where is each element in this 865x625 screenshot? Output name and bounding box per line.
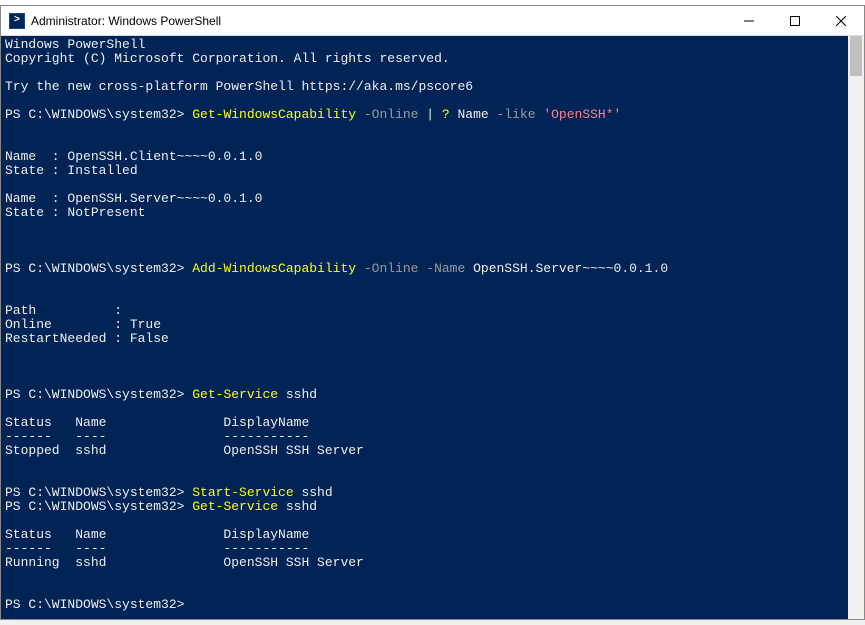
table-header: Status Name DisplayName (5, 527, 309, 542)
output-line: Path : (5, 303, 122, 318)
table-header: Status Name DisplayName (5, 415, 309, 430)
prompt: PS C:\WINDOWS\system32> (5, 107, 192, 122)
output-line: Online : True (5, 317, 161, 332)
minimize-icon (744, 16, 754, 26)
arg: sshd (301, 485, 332, 500)
banner-line: Try the new cross-platform PowerShell ht… (5, 79, 473, 94)
scrollbar[interactable] (848, 36, 864, 619)
table-row: Stopped sshd OpenSSH SSH Server (5, 443, 364, 458)
close-button[interactable] (818, 6, 864, 35)
prompt: PS C:\WINDOWS\system32> (5, 499, 192, 514)
table-row: Running sshd OpenSSH SSH Server (5, 555, 364, 570)
param: -like (497, 107, 544, 122)
cmdlet: Add-WindowsCapability (192, 261, 356, 276)
banner-line: Copyright (C) Microsoft Corporation. All… (5, 51, 450, 66)
cmdlet: Get-Service (192, 499, 286, 514)
table-sep: ------ ---- ----------- (5, 429, 309, 444)
arg: sshd (286, 499, 317, 514)
powershell-window: Administrator: Windows PowerShell Window… (0, 5, 865, 620)
param: -Online -Name (356, 261, 473, 276)
prompt: PS C:\WINDOWS\system32> (5, 597, 192, 612)
arg: sshd (286, 387, 317, 402)
table-sep: ------ ---- ----------- (5, 541, 309, 556)
cmdlet: Get-Service (192, 387, 286, 402)
background-strip (0, 0, 865, 5)
arg: OpenSSH.Server~~~~0.0.1.0 (473, 261, 668, 276)
cmdlet: Get-WindowsCapability (192, 107, 356, 122)
prompt: PS C:\WINDOWS\system32> (5, 387, 192, 402)
title-bar[interactable]: Administrator: Windows PowerShell (1, 6, 864, 36)
output-line: Name : OpenSSH.Server~~~~0.0.1.0 (5, 191, 262, 206)
window-controls (726, 6, 864, 35)
string: 'OpenSSH*' (543, 107, 621, 122)
cmdlet: Start-Service (192, 485, 301, 500)
minimize-button[interactable] (726, 6, 772, 35)
param: -Online (356, 107, 426, 122)
arg: Name (458, 107, 497, 122)
pipe: | (426, 107, 442, 122)
terminal-wrap: Windows PowerShell Copyright (C) Microso… (1, 36, 864, 619)
maximize-icon (790, 16, 800, 26)
cmdlet: ? (442, 107, 458, 122)
maximize-button[interactable] (772, 6, 818, 35)
terminal[interactable]: Windows PowerShell Copyright (C) Microso… (1, 36, 848, 619)
output-line: RestartNeeded : False (5, 331, 169, 346)
output-line: State : NotPresent (5, 205, 145, 220)
close-icon (836, 16, 846, 26)
output-line: Name : OpenSSH.Client~~~~0.0.1.0 (5, 149, 262, 164)
scrollbar-thumb[interactable] (850, 36, 862, 76)
banner-line: Windows PowerShell (5, 37, 145, 52)
output-line: State : Installed (5, 163, 138, 178)
window-title: Administrator: Windows PowerShell (31, 14, 726, 28)
prompt: PS C:\WINDOWS\system32> (5, 485, 192, 500)
prompt: PS C:\WINDOWS\system32> (5, 261, 192, 276)
powershell-icon (9, 13, 25, 29)
